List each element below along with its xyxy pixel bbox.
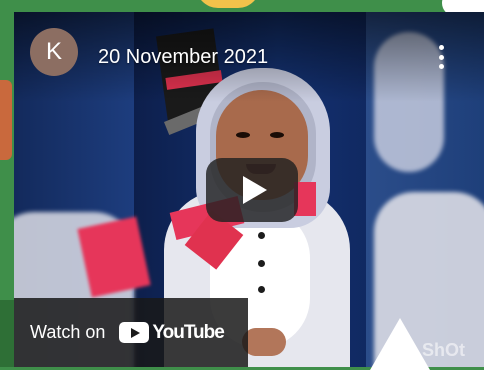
decorative-shape bbox=[196, 0, 260, 8]
video-title[interactable]: 20 November 2021 bbox=[98, 46, 268, 69]
youtube-logo-icon: YouTube bbox=[119, 321, 225, 344]
watch-on-label: Watch on bbox=[30, 322, 106, 342]
channel-avatar[interactable]: K bbox=[30, 28, 78, 76]
decorative-triangle bbox=[370, 318, 430, 370]
decorative-shape bbox=[0, 80, 12, 160]
play-button[interactable] bbox=[206, 158, 298, 222]
play-icon bbox=[243, 176, 267, 204]
youtube-wordmark: YouTube bbox=[152, 321, 224, 343]
decorative-shape bbox=[0, 300, 14, 367]
youtube-play-icon bbox=[119, 322, 150, 343]
youtube-embed-player[interactable]: K 20 November 2021 Watch on YouTube ShOt bbox=[14, 12, 484, 367]
more-vertical-icon[interactable] bbox=[432, 42, 450, 72]
watch-on-youtube-button[interactable]: Watch on YouTube bbox=[14, 298, 248, 367]
